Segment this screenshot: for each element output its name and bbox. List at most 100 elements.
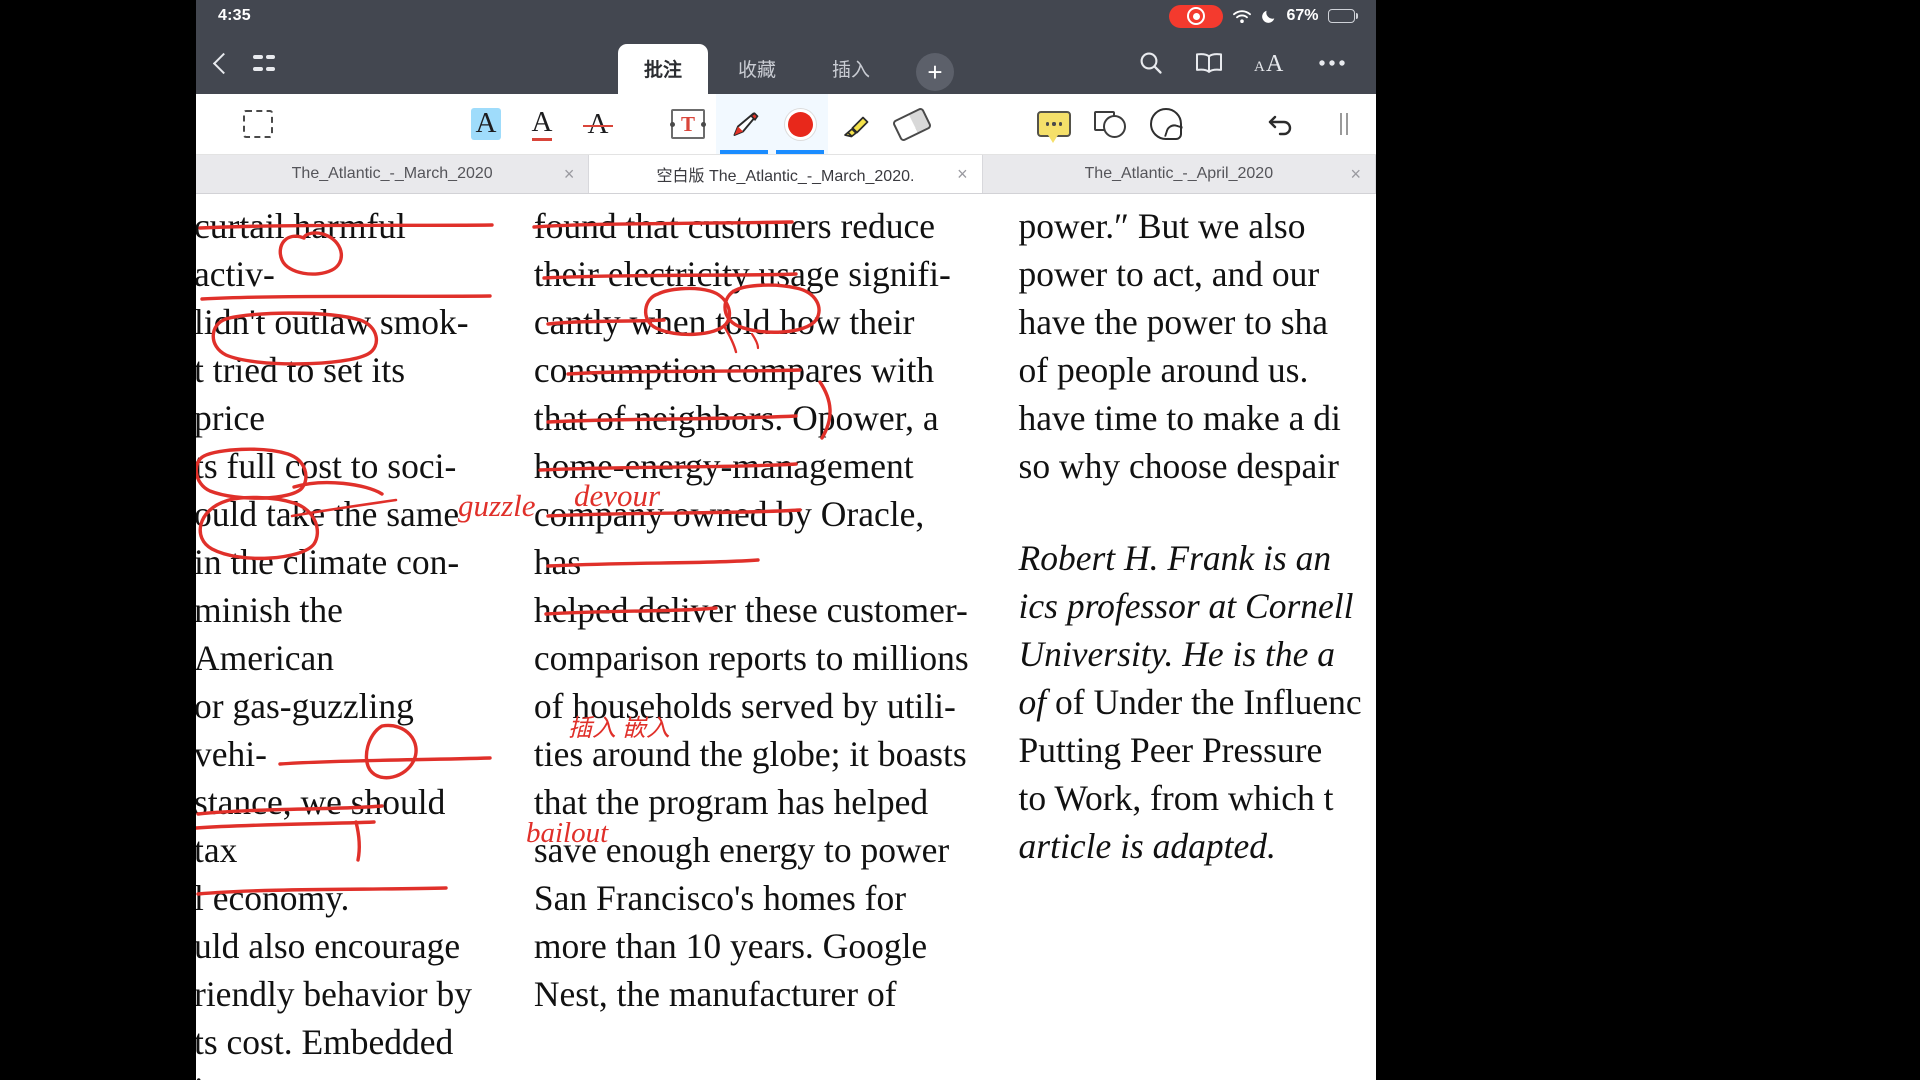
doc-tab-march[interactable]: The_Atlantic_-_March_2020 × [196,155,590,193]
line: San Francisco's homes for [533,878,907,918]
add-tab-label: + [927,57,943,87]
column-middle: found that customers reduce their electr… [534,194,971,1080]
doc-tab-march-label: The_Atlantic_-_March_2020 [291,165,493,182]
svg-text:A: A [1254,59,1265,75]
line: lidn't outlaw smok- [196,302,469,342]
line: company owned by Oracle, has [533,494,925,582]
wifi-icon [1232,9,1252,24]
textbox-tool-label: T [680,111,695,136]
line: to Work, from which t [1018,778,1334,818]
doc-tab-blank-march-close-icon[interactable]: × [957,165,968,183]
line: ould take the same [196,494,460,534]
text-columns: curtail harmful activ- lidn't outlaw smo… [196,194,1376,1080]
highlighter-tool[interactable] [828,94,884,154]
status-bar-left: 4:35 [218,7,251,25]
tab-insert-label: 插入 [832,60,871,81]
line: power to act, and our [1018,254,1320,294]
line: that the program has helped [533,782,929,822]
highlighter-icon [844,116,869,138]
record-dot-icon [1187,7,1206,25]
tab-annotate[interactable]: 批注 [617,44,708,94]
toolbar-right-controls [1254,94,1376,154]
book-icon[interactable] [1194,51,1224,75]
font-size-icon[interactable]: A A [1254,50,1288,76]
column-right: power.″ But we also power to act, and ou… [1019,194,1376,1080]
pen-tool[interactable] [716,94,772,154]
line: article is adapted. [1018,826,1276,866]
line: found that customers reduce [533,206,936,246]
line: power.″ But we also [1018,206,1306,246]
line: ts cost. Embedded in [196,1022,454,1080]
line: cantly when told how their [533,302,915,342]
line: t tried to set its price [196,350,406,438]
line: ties around the globe; it boasts [533,734,967,774]
line: their electricity usage signifi- [533,254,951,294]
back-button[interactable] [210,52,235,74]
tab-insert[interactable]: 插入 [806,44,896,94]
undo-button[interactable] [1254,94,1310,154]
line: Nest, the manufacturer of [533,974,897,1014]
doc-tab-april-close-icon[interactable]: × [1350,165,1361,183]
svg-text:A: A [1266,51,1284,76]
search-icon[interactable] [1138,50,1164,76]
line: so why choose despair [1018,446,1339,486]
line: home-energy-management [533,446,914,486]
pen-icon [733,112,759,136]
highlight-text-tool[interactable]: A [458,94,514,154]
underline-text-tool[interactable]: A [514,94,570,154]
eraser-tool[interactable] [884,94,940,154]
tab-favorites[interactable]: 收藏 [712,44,802,94]
comment-tool[interactable] [1026,94,1082,154]
select-tool[interactable] [230,94,286,154]
line: have time to make a di [1018,398,1341,438]
line: University. He is the a [1018,634,1336,674]
line: helped deliver these customer- [533,590,968,630]
bio-line-4: of Under the Influenc [1055,682,1362,722]
line: or gas-guzzling vehi- [196,686,414,774]
strikethrough-text-label: A [582,107,614,140]
underline-text-label: A [531,107,553,141]
toolbar-drag-handle[interactable] [1316,94,1372,154]
tab-favorites-label: 收藏 [737,60,776,81]
line: have the power to sha [1018,302,1329,342]
doc-tab-blank-march[interactable]: 空白版 The_Atlantic_-_March_2020. × [589,155,983,193]
line: minish the American [196,590,343,678]
doc-tab-march-close-icon[interactable]: × [564,165,575,183]
tab-annotate-label: 批注 [643,60,682,81]
doc-tab-april-label: The_Atlantic_-_April_2020 [1084,165,1274,182]
line: stance, we should tax [196,782,446,870]
grid-icon[interactable] [253,52,275,74]
line: ts full cost to soci- [196,446,457,486]
sticker-tool[interactable] [1138,94,1194,154]
line: of of Under the Influenc [1018,682,1362,722]
status-bar: 4:35 67% [196,0,1376,32]
column-left: curtail harmful activ- lidn't outlaw smo… [196,194,484,1080]
line: Robert H. Frank is an [1018,538,1332,578]
line: consumption compares with [533,350,935,390]
line: of people around us. [1018,350,1309,390]
header-right-controls: A A [1138,50,1356,76]
more-icon[interactable] [1318,59,1346,67]
line: comparison reports to millions [533,638,969,678]
line: riendly behavior by [196,974,473,1014]
line: in the climate con- [196,542,460,582]
color-swatch-red[interactable] [772,94,828,154]
shapes-tool[interactable] [1082,94,1138,154]
status-bar-right: 67% [1169,4,1358,28]
line: l economy. [196,878,350,918]
line: save enough energy to power [533,830,950,870]
line: ics professor at Cornell [1018,586,1354,626]
undo-icon [1268,115,1292,136]
line: of households served by utili- [533,686,956,726]
doc-tab-april[interactable]: The_Atlantic_-_April_2020 × [983,155,1376,193]
device-viewport: 4:35 67% 批注 收藏 插入 + A A A A A T The_Atla… [196,0,1376,1080]
strikethrough-text-tool[interactable]: A [570,94,626,154]
status-time: 4:35 [218,7,251,24]
record-indicator[interactable] [1169,4,1224,28]
battery-percent: 67% [1286,7,1319,24]
document-page[interactable]: curtail harmful activ- lidn't outlaw smo… [196,194,1376,1080]
textbox-tool[interactable]: T [660,94,716,154]
line: that of neighbors. Opower, a [533,398,939,438]
annotation-toolbar: A A A T [196,94,1376,155]
add-tab-button[interactable]: + [916,53,955,91]
